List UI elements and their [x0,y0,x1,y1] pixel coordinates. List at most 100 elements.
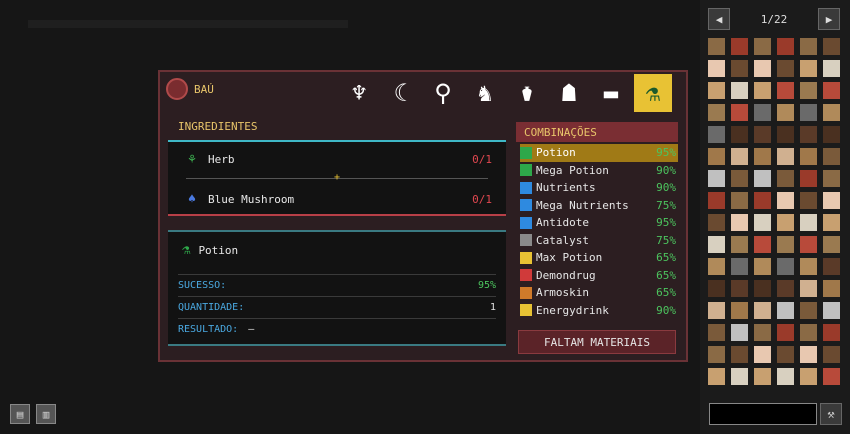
inventory-slot[interactable] [777,60,794,77]
inventory-slot[interactable] [754,346,771,363]
inventory-slot[interactable] [731,60,748,77]
inventory-slot[interactable] [800,302,817,319]
inventory-slot[interactable] [777,324,794,341]
inventory-slot[interactable] [800,258,817,275]
inventory-slot[interactable] [800,214,817,231]
combination-item[interactable]: Energydrink 90% [520,302,678,320]
inventory-slot[interactable] [708,324,725,341]
inventory-slot[interactable] [754,60,771,77]
inventory-slot[interactable] [754,236,771,253]
inventory-slot[interactable] [708,346,725,363]
wrench-icon[interactable]: ⚒ [820,403,842,425]
inventory-slot[interactable] [777,214,794,231]
inventory-slot[interactable] [708,258,725,275]
inventory-slot[interactable] [823,258,840,275]
inventory-slot[interactable] [754,302,771,319]
inventory-slot[interactable] [731,82,748,99]
inventory-slot[interactable] [731,148,748,165]
ingredient-row[interactable]: ♠ Blue Mushroom 0/1 [168,186,506,212]
inventory-slot[interactable] [777,192,794,209]
inventory-slot[interactable] [708,302,725,319]
inventory-slot[interactable] [731,324,748,341]
inventory-slot[interactable] [731,368,748,385]
inventory-slot[interactable] [800,126,817,143]
inventory-slot[interactable] [731,280,748,297]
search-input[interactable] [709,403,817,425]
inventory-slot[interactable] [800,82,817,99]
inventory-slot[interactable] [823,170,840,187]
inventory-slot[interactable] [754,148,771,165]
inventory-slot[interactable] [754,82,771,99]
inventory-slot[interactable] [800,192,817,209]
inventory-slot[interactable] [754,214,771,231]
creature-icon[interactable]: ♞ [466,74,504,112]
inventory-slot[interactable] [800,346,817,363]
inventory-slot[interactable] [754,170,771,187]
inventory-slot[interactable] [800,38,817,55]
inventory-slot[interactable] [823,280,840,297]
inventory-slot[interactable] [777,148,794,165]
inventory-slot[interactable] [754,38,771,55]
inventory-slot[interactable] [731,214,748,231]
inventory-slot[interactable] [731,38,748,55]
inventory-slot[interactable] [823,38,840,55]
combination-item[interactable]: Antidote 95% [520,214,678,232]
inventory-slot[interactable] [731,236,748,253]
anvil-icon[interactable]: ▬ [592,74,630,112]
inventory-slot[interactable] [731,258,748,275]
prev-page-button[interactable]: ◀ [708,8,730,30]
inventory-slot[interactable] [754,368,771,385]
inventory-slot[interactable] [777,280,794,297]
inventory-slot[interactable] [777,170,794,187]
combination-item[interactable]: Nutrients 90% [520,179,678,197]
inventory-slot[interactable] [823,148,840,165]
combination-item[interactable]: Catalyst 75% [520,232,678,250]
inventory-slot[interactable] [731,104,748,121]
inventory-slot[interactable] [754,324,771,341]
inventory-slot[interactable] [708,60,725,77]
inventory-slot[interactable] [777,346,794,363]
inventory-slot[interactable] [708,236,725,253]
inventory-slot[interactable] [754,280,771,297]
face-icon[interactable]: ☗ [550,74,588,112]
totem-icon[interactable]: ⚲ [424,74,462,112]
inventory-slot[interactable] [731,126,748,143]
combination-item[interactable]: Demondrug 65% [520,267,678,285]
next-page-button[interactable]: ▶ [818,8,840,30]
claws-icon[interactable]: ♆ [340,74,378,112]
inventory-slot[interactable] [731,302,748,319]
inventory-slot[interactable] [708,104,725,121]
inventory-slot[interactable] [708,214,725,231]
inventory-slot[interactable] [800,170,817,187]
inventory-slot[interactable] [823,236,840,253]
inventory-slot[interactable] [800,280,817,297]
inventory-slot[interactable] [823,214,840,231]
inventory-slot[interactable] [823,302,840,319]
inventory-slot[interactable] [823,60,840,77]
inventory-slot[interactable] [708,82,725,99]
inventory-slot[interactable] [754,126,771,143]
inventory-slot[interactable] [708,192,725,209]
combination-item[interactable]: Max Potion 65% [520,249,678,267]
inventory-slot[interactable] [823,192,840,209]
inventory-slot[interactable] [777,258,794,275]
inventory-slot[interactable] [777,38,794,55]
inventory-slot[interactable] [800,60,817,77]
inventory-slot[interactable] [777,236,794,253]
inventory-slot[interactable] [823,368,840,385]
inventory-slot[interactable] [708,280,725,297]
lamp-icon[interactable]: ⚱ [508,74,546,112]
inventory-slot[interactable] [708,38,725,55]
inventory-slot[interactable] [708,126,725,143]
missing-materials-button[interactable]: FALTAM MATERIAIS [518,330,676,354]
inventory-slot[interactable] [708,368,725,385]
inventory-slot[interactable] [823,126,840,143]
inventory-slot[interactable] [777,82,794,99]
crescent-icon[interactable]: ☾ [382,74,420,112]
combination-item[interactable]: Mega Potion 90% [520,162,678,180]
inventory-slot[interactable] [823,346,840,363]
inventory-slot[interactable] [731,346,748,363]
inventory-slot[interactable] [777,126,794,143]
inventory-slot[interactable] [754,258,771,275]
inventory-slot[interactable] [800,148,817,165]
